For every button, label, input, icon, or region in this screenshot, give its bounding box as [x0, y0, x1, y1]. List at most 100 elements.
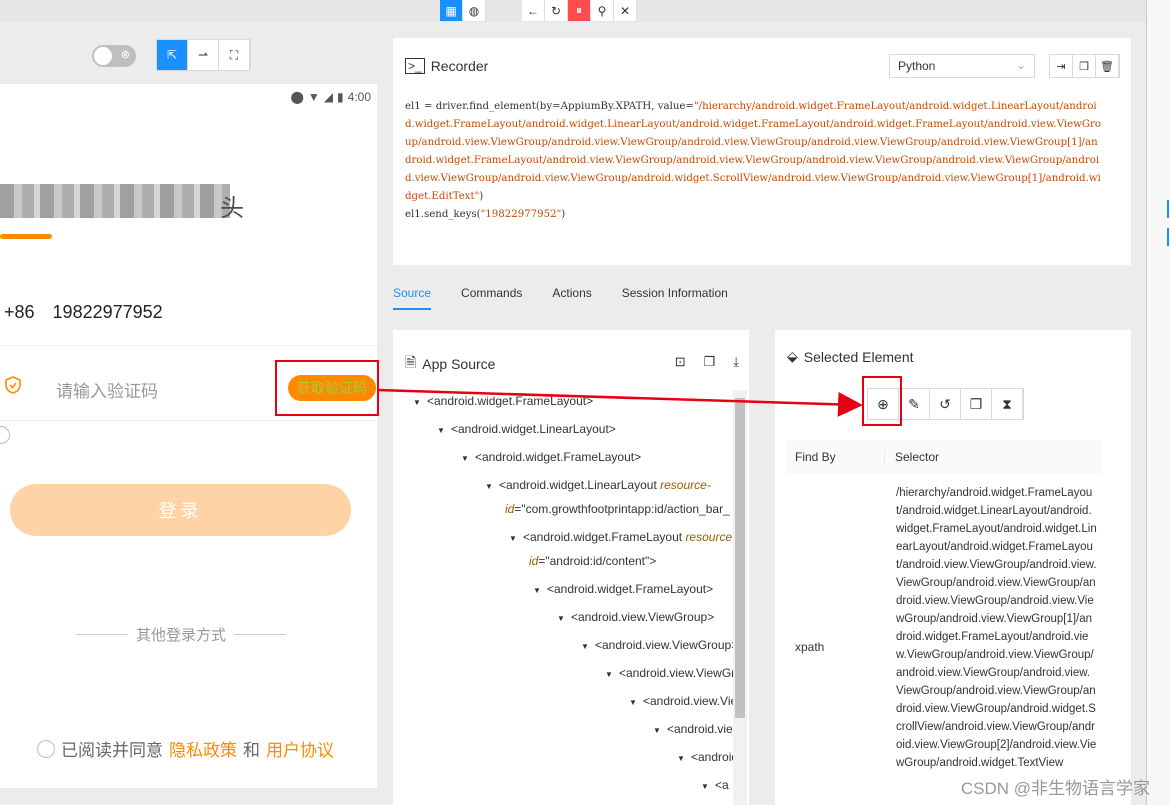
recorder-title: >_ Recorder: [405, 58, 488, 74]
tab-underline: [0, 234, 52, 239]
battery-icon: ▮: [337, 90, 344, 104]
caret-down-icon[interactable]: ▼: [605, 670, 619, 679]
selector-value[interactable]: /hierarchy/android.widget.FrameLayout/an…: [896, 484, 1097, 772]
language-select[interactable]: Python ⌄: [889, 54, 1035, 78]
toggle-switch[interactable]: ⊗: [92, 45, 136, 67]
tree-node[interactable]: ▼ <android.widget.FrameLayout resource: [509, 530, 735, 544]
tree-node-continuation: id="android:id/content">: [529, 554, 657, 568]
copy-icon[interactable]: ❐: [1073, 55, 1096, 77]
terminal-icon[interactable]: ⊡: [675, 354, 686, 370]
recorder-panel: >_ Recorder Python ⌄ ⇥ ❐ 🗑 el1 = driver.…: [393, 38, 1131, 265]
caret-down-icon[interactable]: ▼: [485, 482, 499, 491]
selected-element-title-text: Selected Element: [803, 348, 914, 365]
caret-down-icon[interactable]: ▼: [461, 454, 475, 463]
edit-icon[interactable]: ✎: [899, 389, 930, 419]
terminal-icon: >_: [405, 58, 425, 74]
status-time: 4:00: [347, 90, 371, 104]
toggle-knob: [94, 47, 112, 65]
selected-element-title: ⬙ Selected Element: [787, 348, 914, 365]
tree-node[interactable]: ▼<android.view.ViewGroup>: [677, 750, 733, 764]
agree-radio[interactable]: [37, 739, 55, 758]
recorder-title-text: Recorder: [430, 58, 489, 74]
country-code[interactable]: +86: [4, 302, 35, 322]
caret-down-icon[interactable]: ▼: [629, 698, 643, 707]
scroll-marker: [1167, 200, 1169, 218]
blurred-title: 头: [0, 184, 244, 222]
scrollbar-thumb[interactable]: [735, 398, 745, 718]
recorded-code: el1 = driver.find_element(by=AppiumBy.XP…: [405, 98, 1103, 224]
other-login-divider: 其他登录方式: [76, 624, 287, 645]
copy-icon[interactable]: ❐: [961, 389, 992, 419]
tab-session-information[interactable]: Session Information: [622, 286, 728, 310]
privacy-link[interactable]: 隐私政策: [169, 736, 237, 761]
highlight-box: [862, 376, 902, 426]
signal-icon: ◢: [323, 90, 334, 104]
tab-source[interactable]: Source: [393, 286, 432, 310]
caret-down-icon[interactable]: ▼: [533, 586, 547, 595]
divider-line: [234, 634, 287, 635]
radio[interactable]: [0, 426, 10, 444]
tree-node[interactable]: ▼ <android.widget.LinearLayout resource-: [485, 478, 735, 492]
globe-icon[interactable]: ◍: [463, 0, 486, 21]
select-element-icon[interactable]: ⇱: [157, 40, 188, 70]
tree-node[interactable]: ▼ <android.widget.FrameLayout>: [413, 394, 593, 408]
code-line-1: el1 = driver.find_element(by=AppiumBy.XP…: [405, 98, 1103, 206]
other-login-label[interactable]: 其他登录方式: [136, 624, 226, 645]
close-icon[interactable]: ✕: [614, 0, 637, 21]
swipe-icon[interactable]: ⇀: [188, 40, 219, 70]
tree-node[interactable]: ▼<android.view.ViewGroup>: [581, 638, 733, 652]
tab-commands[interactable]: Commands: [461, 286, 522, 310]
tab-actions[interactable]: Actions: [552, 286, 591, 310]
tree-node[interactable]: ▼<android.view.ViewGroup>: [557, 610, 735, 624]
app-source-actions: ⊡ ❐ ⤓: [675, 354, 739, 370]
pause-icon[interactable]: ⏸: [568, 0, 591, 21]
tree-node-continuation: id="com.growthfootprintapp:id/action_bar…: [505, 502, 730, 516]
agree-text: 已阅读并同意: [61, 741, 163, 760]
caret-down-icon[interactable]: ▼: [581, 642, 595, 651]
caret-down-icon[interactable]: ▼: [413, 398, 427, 407]
tree-node[interactable]: ▼ <android.widget.LinearLayout>: [437, 422, 616, 436]
tree-node[interactable]: ▼<android.view.ViewGroup>: [605, 666, 733, 680]
clear-icon[interactable]: ↺: [930, 389, 961, 419]
code-text: ): [479, 191, 484, 202]
export-icon[interactable]: ⇥: [1050, 55, 1073, 77]
tree-node[interactable]: ▼<android.view.ViewGroup>: [653, 722, 733, 736]
code-text: ): [561, 209, 566, 220]
find-by-header: Find By: [787, 450, 885, 464]
tree-node[interactable]: ▼ <a: [701, 778, 733, 792]
and-text: 和: [243, 741, 260, 760]
chevron-down-icon: ⌄: [1015, 58, 1026, 72]
hourglass-icon[interactable]: ⧗: [992, 389, 1023, 419]
location-icon: ⬤: [290, 90, 304, 104]
tap-by-coordinates-icon[interactable]: ⛶: [219, 40, 250, 70]
title-tail: 头: [220, 195, 244, 222]
tree-node[interactable]: ▼<android.view.ViewGroup>: [629, 694, 733, 708]
verification-code-input[interactable]: 请输入验证码: [56, 377, 158, 402]
caret-down-icon[interactable]: ▼: [677, 754, 691, 763]
search-icon[interactable]: ⚲: [591, 0, 614, 21]
phone-field[interactable]: +86 19822977952: [4, 302, 163, 323]
caret-down-icon[interactable]: ▼: [653, 726, 667, 735]
caret-down-icon[interactable]: ▼: [701, 782, 715, 791]
tree-node[interactable]: ▼ <android.widget.FrameLayout>: [533, 582, 735, 596]
code-text: el1 = driver.find_element(by=AppiumBy.XP…: [405, 101, 694, 112]
trash-icon[interactable]: 🗑: [1096, 55, 1119, 77]
user-agreement-link[interactable]: 用户协议: [266, 736, 334, 761]
scroll-marker: [1167, 228, 1169, 246]
copy-icon[interactable]: ❐: [704, 354, 716, 370]
download-icon[interactable]: ⤓: [733, 354, 739, 370]
app-source-panel: 🗎 App Source ⊡ ❐ ⤓ ▼ <android.widget.Fram…: [393, 330, 749, 805]
caret-down-icon[interactable]: ▼: [557, 614, 571, 623]
divider: [0, 345, 377, 346]
back-icon[interactable]: ←: [522, 0, 545, 21]
tree-node[interactable]: ▼ <android.widget.FrameLayout>: [461, 450, 641, 464]
caret-down-icon[interactable]: ▼: [509, 534, 523, 543]
code-string: "19822977952": [480, 209, 562, 220]
login-button[interactable]: 登录: [10, 484, 351, 536]
caret-down-icon[interactable]: ▼: [437, 426, 451, 435]
phone-number[interactable]: 19822977952: [53, 302, 163, 322]
grid-icon[interactable]: ▦: [440, 0, 463, 21]
source-scrollbar[interactable]: [733, 390, 747, 805]
recorder-actions: ⇥ ❐ 🗑: [1049, 54, 1120, 78]
refresh-icon[interactable]: ↻: [545, 0, 568, 21]
